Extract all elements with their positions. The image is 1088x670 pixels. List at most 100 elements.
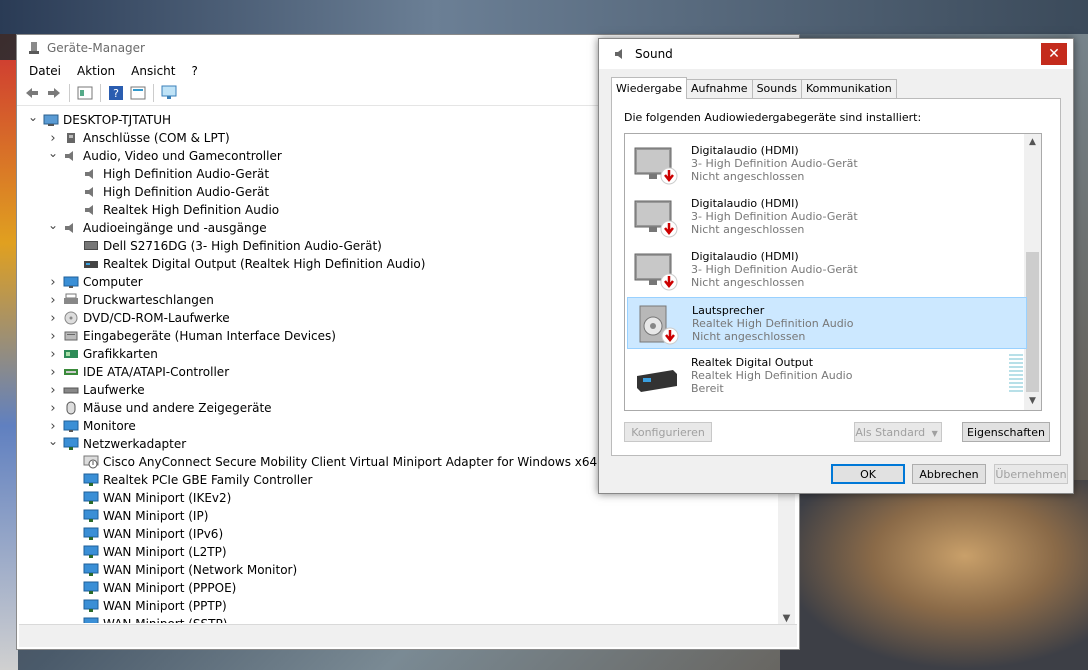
device-status: Bereit [691, 382, 724, 395]
back-icon[interactable] [23, 85, 41, 101]
hdmi-monitor-icon [633, 144, 679, 186]
expand-closed-icon[interactable]: › [47, 401, 59, 416]
expand-closed-icon[interactable]: › [47, 383, 59, 398]
forward-icon[interactable] [45, 85, 63, 101]
expand-closed-icon[interactable]: › [47, 347, 59, 362]
hid-icon [63, 329, 83, 343]
speaker-box-icon [634, 304, 680, 346]
device-name: Realtek Digital Output [691, 356, 814, 369]
hdmi-monitor-icon [633, 197, 679, 239]
expand-closed-icon[interactable]: › [47, 131, 59, 146]
device-name: Digitalaudio (HDMI) [691, 197, 799, 210]
tree-device[interactable]: WAN Miniport (Network Monitor) [19, 561, 779, 579]
tree-device[interactable]: WAN Miniport (IPv6) [19, 525, 779, 543]
tree-label: IDE ATA/ATAPI-Controller [83, 365, 230, 379]
monitor-scan-icon[interactable] [160, 85, 178, 101]
configure-button[interactable]: Konfigurieren [624, 422, 712, 442]
menu-datei[interactable]: Datei [21, 64, 69, 78]
playback-device-item[interactable]: Digitalaudio (HDMI) 3- High Definition Au… [627, 244, 1027, 296]
tree-label: Audioeingänge und -ausgänge [83, 221, 267, 235]
tree-label: DESKTOP-TJTATUH [63, 113, 172, 127]
window-title: Geräte-Manager [47, 41, 145, 55]
expand-open-icon[interactable]: ⌄ [47, 218, 59, 232]
apply-button[interactable]: Übernehmen [994, 464, 1068, 484]
playback-device-item[interactable]: Lautsprecher Realtek High Definition Audi… [627, 297, 1027, 349]
sound-dialog: Sound ✕ Wiedergabe Aufnahme Sounds Kommu… [598, 38, 1074, 494]
volume-meter-bar [1009, 358, 1023, 360]
playback-device-list[interactable]: ▲ ▼ Digitalaudio (HDMI) 3- High Definitio… [624, 133, 1042, 411]
sound-title: Sound [635, 47, 673, 61]
ide-icon [63, 365, 83, 379]
monitor-icon [63, 275, 83, 289]
show-hidden-icon[interactable] [129, 85, 147, 101]
tree-device[interactable]: WAN Miniport (L2TP) [19, 543, 779, 561]
toolbar-separator [100, 84, 101, 102]
menu-aktion[interactable]: Aktion [69, 64, 123, 78]
tree-label: WAN Miniport (PPTP) [103, 599, 227, 613]
cancel-button[interactable]: Abbrechen [912, 464, 986, 484]
dvd-icon [63, 311, 83, 325]
playback-device-item[interactable]: Digitalaudio (HDMI) 3- High Definition Au… [627, 191, 1027, 243]
tree-label: High Definition Audio-Gerät [103, 185, 270, 199]
properties-icon[interactable] [76, 85, 94, 101]
tree-label: Mäuse und andere Zeigegeräte [83, 401, 272, 415]
printer-icon [63, 293, 83, 307]
tree-label: Realtek Digital Output (Realtek High Def… [103, 257, 426, 271]
ok-button[interactable]: OK [831, 464, 905, 484]
tree-label: WAN Miniport (SSTP) [103, 617, 227, 623]
menu-help[interactable]: ? [183, 64, 205, 78]
expand-closed-icon[interactable]: › [47, 419, 59, 434]
set-default-button[interactable]: Als Standard ▼ [854, 422, 942, 442]
tree-label: Druckwarteschlangen [83, 293, 214, 307]
close-button[interactable]: ✕ [1041, 43, 1067, 65]
chevron-down-icon: ▼ [931, 429, 938, 438]
expand-closed-icon[interactable]: › [47, 365, 59, 380]
playback-device-item[interactable]: Digitalaudio (HDMI) 3- High Definition Au… [627, 138, 1027, 190]
network-icon [83, 599, 103, 613]
tree-label: Eingabegeräte (Human Interface Devices) [83, 329, 336, 343]
volume-meter-bar [1009, 362, 1023, 364]
expand-closed-icon[interactable]: › [47, 275, 59, 290]
tree-device[interactable]: WAN Miniport (PPPOE) [19, 579, 779, 597]
tab-kommunikation[interactable]: Kommunikation [800, 79, 897, 98]
expand-open-icon[interactable]: ⌄ [47, 146, 59, 160]
help-icon[interactable]: ? [107, 85, 125, 101]
properties-button[interactable]: Eigenschaften [962, 422, 1050, 442]
network-icon [83, 617, 103, 623]
expand-closed-icon[interactable]: › [47, 311, 59, 326]
device-sub: 3- High Definition Audio-Gerät [691, 157, 858, 170]
expand-closed-icon[interactable]: › [47, 293, 59, 308]
device-status: Nicht angeschlossen [691, 223, 805, 236]
expand-open-icon[interactable]: ⌄ [47, 434, 59, 448]
tree-device[interactable]: WAN Miniport (PPTP) [19, 597, 779, 615]
mouse-icon [63, 401, 83, 415]
network-warning-icon [83, 455, 103, 469]
close-icon: ✕ [1048, 46, 1060, 62]
expand-open-icon[interactable]: ⌄ [27, 111, 39, 124]
scrollbar-thumb[interactable] [1026, 252, 1039, 392]
port-icon [63, 131, 83, 145]
speaker-icon [83, 185, 103, 199]
tab-aufnahme[interactable]: Aufnahme [686, 79, 753, 98]
expand-closed-icon[interactable]: › [47, 329, 59, 344]
device-manager-icon [29, 42, 39, 54]
tree-device[interactable]: WAN Miniport (IP) [19, 507, 779, 525]
volume-meter-bar [1009, 390, 1023, 392]
playback-device-item[interactable]: Realtek Digital Output Realtek High Defin… [627, 350, 1027, 402]
volume-meter-bar [1009, 366, 1023, 368]
tab-wiedergabe[interactable]: Wiedergabe [611, 77, 688, 99]
wallpaper-art [780, 480, 1088, 670]
network-icon [83, 473, 103, 487]
menu-ansicht[interactable]: Ansicht [123, 64, 183, 78]
device-name: Digitalaudio (HDMI) [691, 144, 799, 157]
tree-device[interactable]: WAN Miniport (SSTP) [19, 615, 779, 623]
tab-sounds[interactable]: Sounds [751, 79, 802, 98]
set-default-label: Als Standard [855, 426, 926, 439]
